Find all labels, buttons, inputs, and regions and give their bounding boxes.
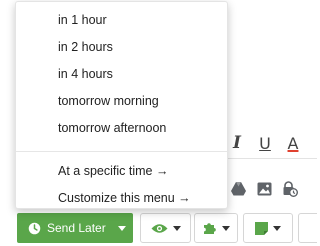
puzzle-icon [203,223,216,234]
templates-button[interactable] [194,213,238,243]
send-later-menu: in 1 hour in 2 hours in 4 hours tomorrow… [15,1,228,209]
menu-item-in-4-hours[interactable]: in 4 hours [16,61,227,88]
clock-icon [28,222,41,234]
menu-item-tomorrow-afternoon[interactable]: tomorrow afternoon [16,115,227,142]
text-color-button[interactable]: A [286,134,300,153]
chevron-down-icon [172,225,181,231]
confidential-mode-icon[interactable] [282,181,298,197]
insert-photo-icon[interactable] [256,181,272,197]
format-toolbar: I U A [230,130,300,156]
sticky-note-icon [255,221,268,235]
italic-button[interactable]: I [230,133,244,153]
attachment-toolbar [230,178,298,200]
menu-item-specific-time[interactable]: At a specific time → [16,158,227,185]
reminder-note-button[interactable] [243,213,293,243]
chevron-down-icon [221,225,230,231]
chevron-down-icon [273,225,281,231]
send-later-button[interactable]: Send Later [17,213,133,243]
tracking-button[interactable] [140,213,191,243]
underline-button[interactable]: U [258,134,272,153]
google-drive-icon[interactable] [230,181,246,197]
menu-separator [16,151,227,152]
chevron-down-icon [118,225,126,231]
menu-item-in-2-hours[interactable]: in 2 hours [16,34,227,61]
send-later-dropdown-arrow[interactable] [111,225,133,231]
eye-icon [151,223,167,233]
more-options-button[interactable] [298,213,317,243]
menu-item-in-1-hour[interactable]: in 1 hour [16,7,227,34]
toolbar-divider [228,158,317,159]
menu-item-customize[interactable]: Customize this menu → [16,185,227,212]
menu-item-tomorrow-morning[interactable]: tomorrow morning [16,88,227,115]
send-later-label: Send Later [47,221,106,235]
compose-window: ~~~~~~~ ~~~ ~~~~~~~~~ ~~~~ ~~ I U A [0,0,317,246]
